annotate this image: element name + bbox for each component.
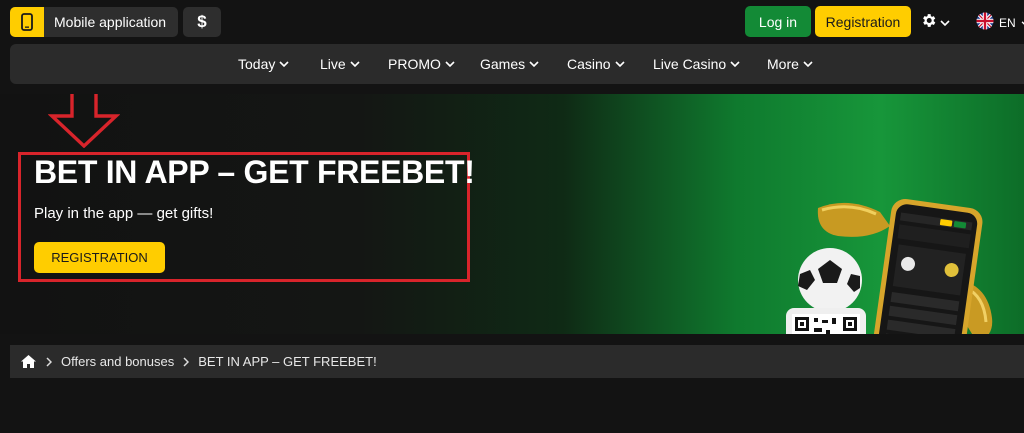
breadcrumb: Offers and bonuses BET IN APP – GET FREE… <box>10 345 1024 378</box>
nav-item-live[interactable]: Live <box>320 44 360 84</box>
breadcrumb-link-offers[interactable]: Offers and bonuses <box>61 354 174 369</box>
chevron-down-icon <box>940 14 950 32</box>
mobile-app-button[interactable]: Mobile application <box>10 7 178 37</box>
arrow-down-icon <box>47 94 121 153</box>
language-label: EN <box>999 15 1016 30</box>
registration-button[interactable]: Registration <box>815 6 911 37</box>
nav-item-live-casino[interactable]: Live Casino <box>653 44 740 84</box>
chevron-down-icon <box>445 60 455 68</box>
nav-item-promo[interactable]: PROMO <box>388 44 455 84</box>
nav-item-more[interactable]: More <box>767 44 813 84</box>
nav-label: PROMO <box>388 56 441 72</box>
chevron-right-icon <box>46 356 52 367</box>
chevron-right-icon <box>183 356 190 367</box>
app-promo-illustration <box>770 188 1024 334</box>
main-nav: Today Live PROMO Games Casino Live Casin… <box>10 44 1024 84</box>
nav-label: Casino <box>567 56 611 72</box>
uk-flag-icon <box>976 12 994 33</box>
nav-label: Live Casino <box>653 56 727 72</box>
banner-headline: BET IN APP – GET FREEBET! <box>34 154 475 190</box>
chevron-down-icon <box>615 60 625 68</box>
chevron-down-icon <box>529 60 539 68</box>
banner-registration-button[interactable]: REGISTRATION <box>34 242 165 273</box>
dollar-icon[interactable]: $ <box>183 7 221 37</box>
chevron-down-icon <box>730 60 740 68</box>
breadcrumb-current: BET IN APP – GET FREEBET! <box>198 354 377 369</box>
nav-item-today[interactable]: Today <box>238 44 289 84</box>
chevron-down-icon <box>350 60 360 68</box>
settings-menu[interactable] <box>920 12 950 34</box>
chevron-down-icon <box>803 60 813 68</box>
mobile-app-label: Mobile application <box>54 14 167 30</box>
home-icon[interactable] <box>20 354 37 369</box>
banner-subline: Play in the app — get gifts! <box>34 205 214 222</box>
nav-label: More <box>767 56 799 72</box>
login-button[interactable]: Log in <box>745 6 811 37</box>
nav-item-games[interactable]: Games <box>480 44 539 84</box>
language-selector[interactable]: EN <box>976 12 1024 33</box>
gear-icon <box>920 12 937 34</box>
top-bar: Mobile application $ Log in Registration <box>0 0 1024 44</box>
chevron-down-icon <box>279 60 289 68</box>
phone-icon <box>10 7 44 37</box>
nav-item-casino[interactable]: Casino <box>567 44 625 84</box>
nav-label: Today <box>238 56 276 72</box>
nav-label: Games <box>480 56 526 72</box>
nav-label: Live <box>320 56 346 72</box>
